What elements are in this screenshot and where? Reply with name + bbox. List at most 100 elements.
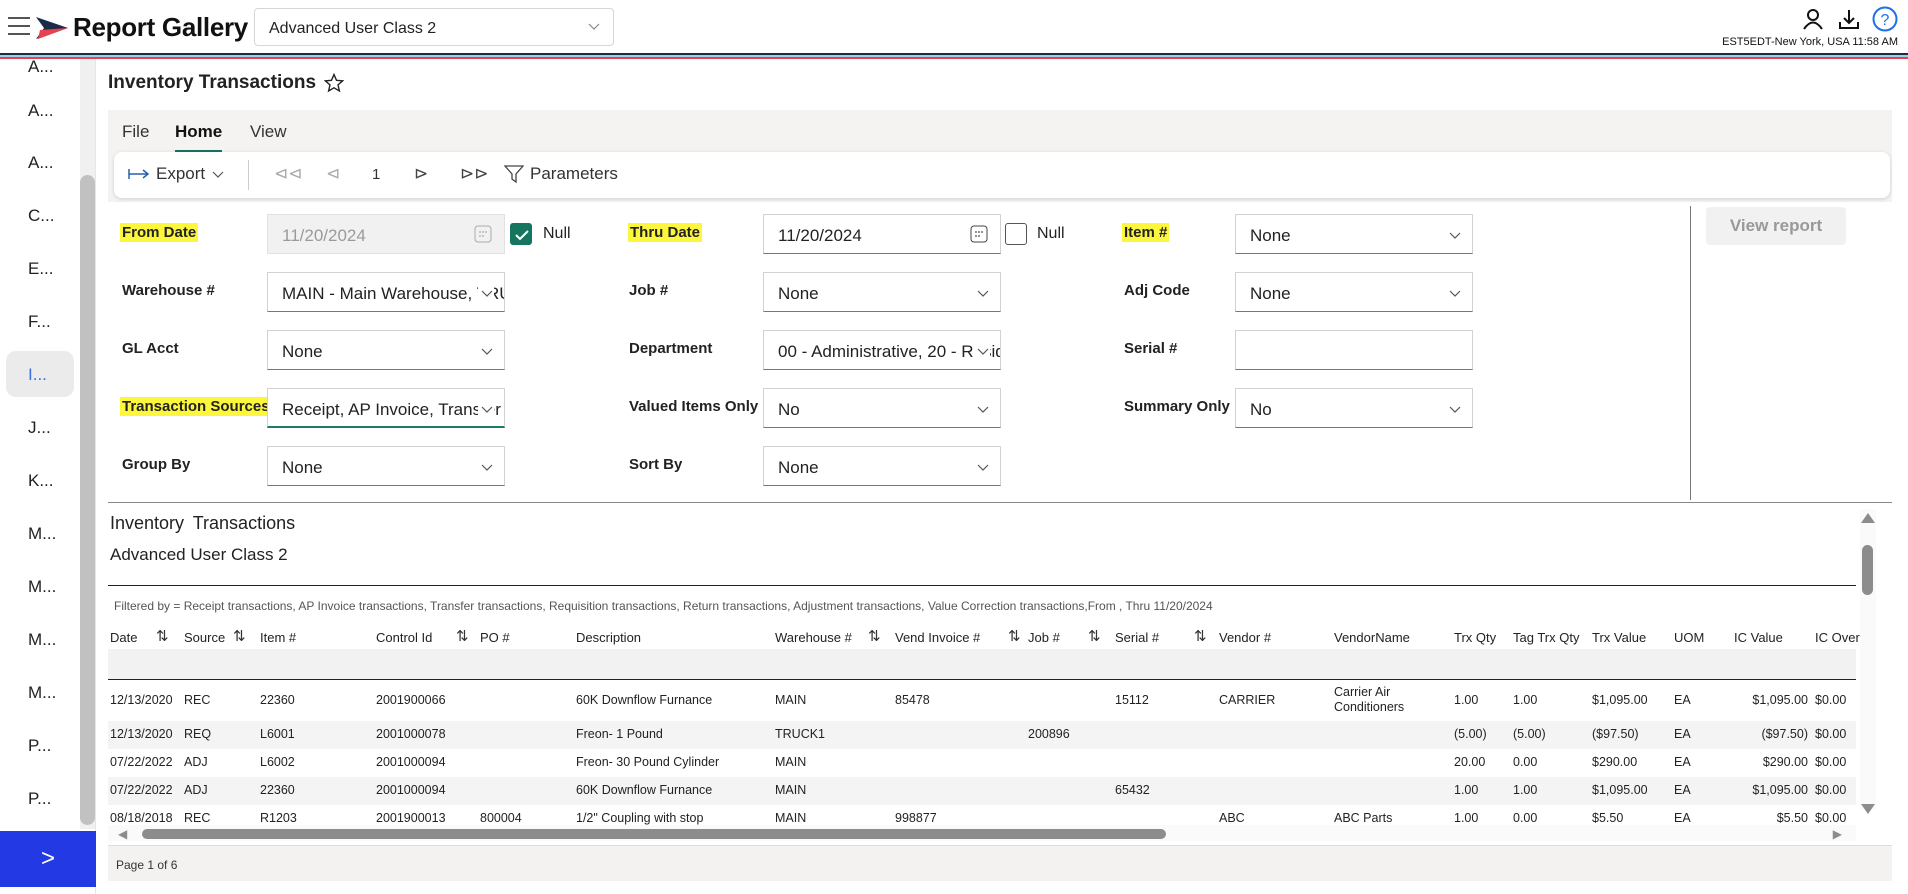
sidebar-item[interactable]: K... (6, 457, 74, 503)
table-cell: $290.00 (1592, 755, 1638, 769)
sidebar-item[interactable]: A... (6, 87, 74, 133)
from-date-input[interactable]: 11/20/2024 (267, 214, 505, 254)
table-row[interactable]: 08/18/2018 REC R1203 2001900013 800004 1/2" C… (108, 805, 1856, 840)
first-page-button[interactable]: ⊲⊲ (274, 164, 303, 184)
user-icon[interactable] (1800, 6, 1826, 32)
sidebar-item[interactable]: M... (6, 563, 74, 609)
favorite-star-icon[interactable] (324, 73, 345, 93)
vertical-scroll-thumb[interactable] (1862, 545, 1873, 595)
department-value: 00 - Administrative, 20 - Residential (778, 342, 1001, 361)
page-number-input[interactable]: 1 (372, 166, 380, 183)
next-page-button[interactable]: ⊳ (414, 164, 428, 184)
item-label: Item # (1122, 223, 1170, 242)
horizontal-scrollbar[interactable]: ◀ ▶ (108, 825, 1856, 841)
serial-label: Serial # (1124, 340, 1178, 357)
table-row[interactable]: 12/13/2020 REC 22360 2001900066 60K Downflow… (108, 681, 1856, 719)
scroll-down-arrow-icon[interactable] (1861, 804, 1875, 814)
tab-view[interactable]: View (250, 122, 287, 150)
chevron-down-icon (478, 401, 494, 417)
sidebar-item[interactable]: M... (6, 669, 74, 715)
previous-page-button[interactable]: ⊲ (326, 164, 340, 184)
valued-items-only-label: Valued Items Only (629, 398, 759, 415)
sort-icon[interactable]: ⇅ (868, 627, 881, 645)
scroll-right-arrow-icon[interactable]: ▶ (1833, 827, 1842, 841)
thru-date-input[interactable]: 11/20/2024 (763, 214, 1001, 254)
sort-icon[interactable]: ⇅ (233, 627, 246, 645)
column-header: UOM (1674, 630, 1705, 645)
department-select[interactable]: 00 - Administrative, 20 - Residential (763, 330, 1001, 370)
sidebar-item[interactable]: I... (6, 351, 74, 397)
table-cell: 22360 (260, 693, 295, 707)
user-class-select[interactable]: Advanced User Class 2 (254, 8, 614, 46)
table-cell: 800004 (480, 811, 522, 825)
sort-icon[interactable]: ⇅ (1194, 627, 1207, 645)
sort-icon[interactable]: ⇅ (156, 627, 169, 645)
item-select[interactable]: None (1235, 214, 1473, 254)
sidebar-item[interactable]: A... (6, 43, 74, 89)
scroll-left-arrow-icon[interactable]: ◀ (118, 827, 127, 841)
thru-date-value: 11/20/2024 (778, 226, 862, 245)
sort-icon[interactable]: ⇅ (1088, 627, 1101, 645)
checkmark-icon (515, 230, 529, 241)
sidebar-item[interactable]: M... (6, 510, 74, 556)
sidebar-item[interactable]: P... (6, 775, 74, 821)
warehouse-value: MAIN - Main Warehouse, TRUCK1 (282, 284, 504, 303)
parameters-button[interactable]: Parameters (504, 164, 618, 184)
table-cell: MAIN (775, 811, 807, 825)
adj-code-select[interactable]: None (1235, 272, 1473, 312)
page-status: Page 1 of 6 (108, 845, 1892, 881)
sidebar-item[interactable]: C... (6, 192, 74, 238)
last-page-button[interactable]: ⊳⊳ (460, 164, 489, 184)
tab-file[interactable]: File (122, 122, 149, 150)
export-button[interactable]: Export (128, 164, 225, 184)
sidebar-expand-button[interactable]: > (0, 831, 96, 887)
vertical-scrollbar[interactable] (1860, 509, 1876, 814)
table-cell: ($97.50) (1761, 727, 1808, 741)
serial-input[interactable] (1235, 330, 1473, 370)
table-cell: 2001000094 (376, 755, 446, 769)
hamburger-menu-icon[interactable] (8, 17, 30, 35)
report-title-text: Inventory Transactions (108, 72, 317, 93)
sidebar-scroll-thumb[interactable] (80, 175, 95, 825)
job-select[interactable]: None (763, 272, 1001, 312)
sort-icon[interactable]: ⇅ (456, 627, 469, 645)
chevron-down-icon (1446, 227, 1462, 243)
sidebar-item[interactable]: J... (6, 404, 74, 450)
transaction-sources-select[interactable]: Receipt, AP Invoice, Transfer (267, 388, 505, 428)
view-report-button[interactable]: View report (1706, 207, 1846, 245)
gl-acct-select[interactable]: None (267, 330, 505, 370)
scroll-up-arrow-icon[interactable] (1861, 513, 1875, 523)
summary-only-select[interactable]: No (1235, 388, 1473, 428)
sidebar-item[interactable]: A... (6, 139, 74, 185)
valued-items-only-select[interactable]: No (763, 388, 1001, 428)
sidebar-item[interactable]: P... (6, 722, 74, 768)
user-class-select-value: Advanced User Class 2 (269, 20, 437, 37)
table-row[interactable]: 12/13/2020 REQ L6001 2001000078 Freon- 1 Pou… (108, 721, 1856, 749)
from-date-null-checkbox[interactable] (510, 223, 532, 245)
table-row[interactable]: 07/22/2022 ADJ 22360 2001000094 60K Downflow… (108, 777, 1856, 805)
sort-icon[interactable]: ⇅ (1008, 627, 1021, 645)
table-row[interactable]: 07/22/2022 ADJ L6002 2001000094 Freon- 30 Po… (108, 749, 1856, 777)
table-cell: 1.00 (1513, 693, 1538, 707)
sidebar-item[interactable]: F... (6, 298, 74, 344)
horizontal-scroll-thumb[interactable] (142, 829, 1166, 839)
table-cell: $1,095.00 (1752, 693, 1808, 707)
chevron-down-icon (478, 459, 494, 475)
help-icon[interactable]: ? (1872, 6, 1898, 32)
table-cell: Freon- 1 Pound (576, 727, 663, 741)
tab-home[interactable]: Home (175, 122, 223, 153)
sort-by-select[interactable]: None (763, 446, 1001, 486)
sidebar-item[interactable]: E... (6, 245, 74, 291)
calendar-icon[interactable] (970, 225, 988, 243)
table-cell: 60K Downflow Furnance (576, 783, 713, 797)
chevron-down-icon (478, 343, 494, 359)
table-cell: 60K Downflow Furnance (576, 693, 713, 707)
download-icon[interactable] (1836, 6, 1862, 32)
sidebar-item[interactable]: M... (6, 616, 74, 662)
column-header: Tag Trx Qty (1513, 630, 1580, 645)
warehouse-label: Warehouse # (122, 282, 215, 299)
thru-date-null-checkbox[interactable] (1005, 223, 1027, 245)
group-by-select[interactable]: None (267, 446, 505, 486)
column-header: Vendor # (1219, 630, 1272, 645)
warehouse-select[interactable]: MAIN - Main Warehouse, TRUCK1 (267, 272, 505, 312)
